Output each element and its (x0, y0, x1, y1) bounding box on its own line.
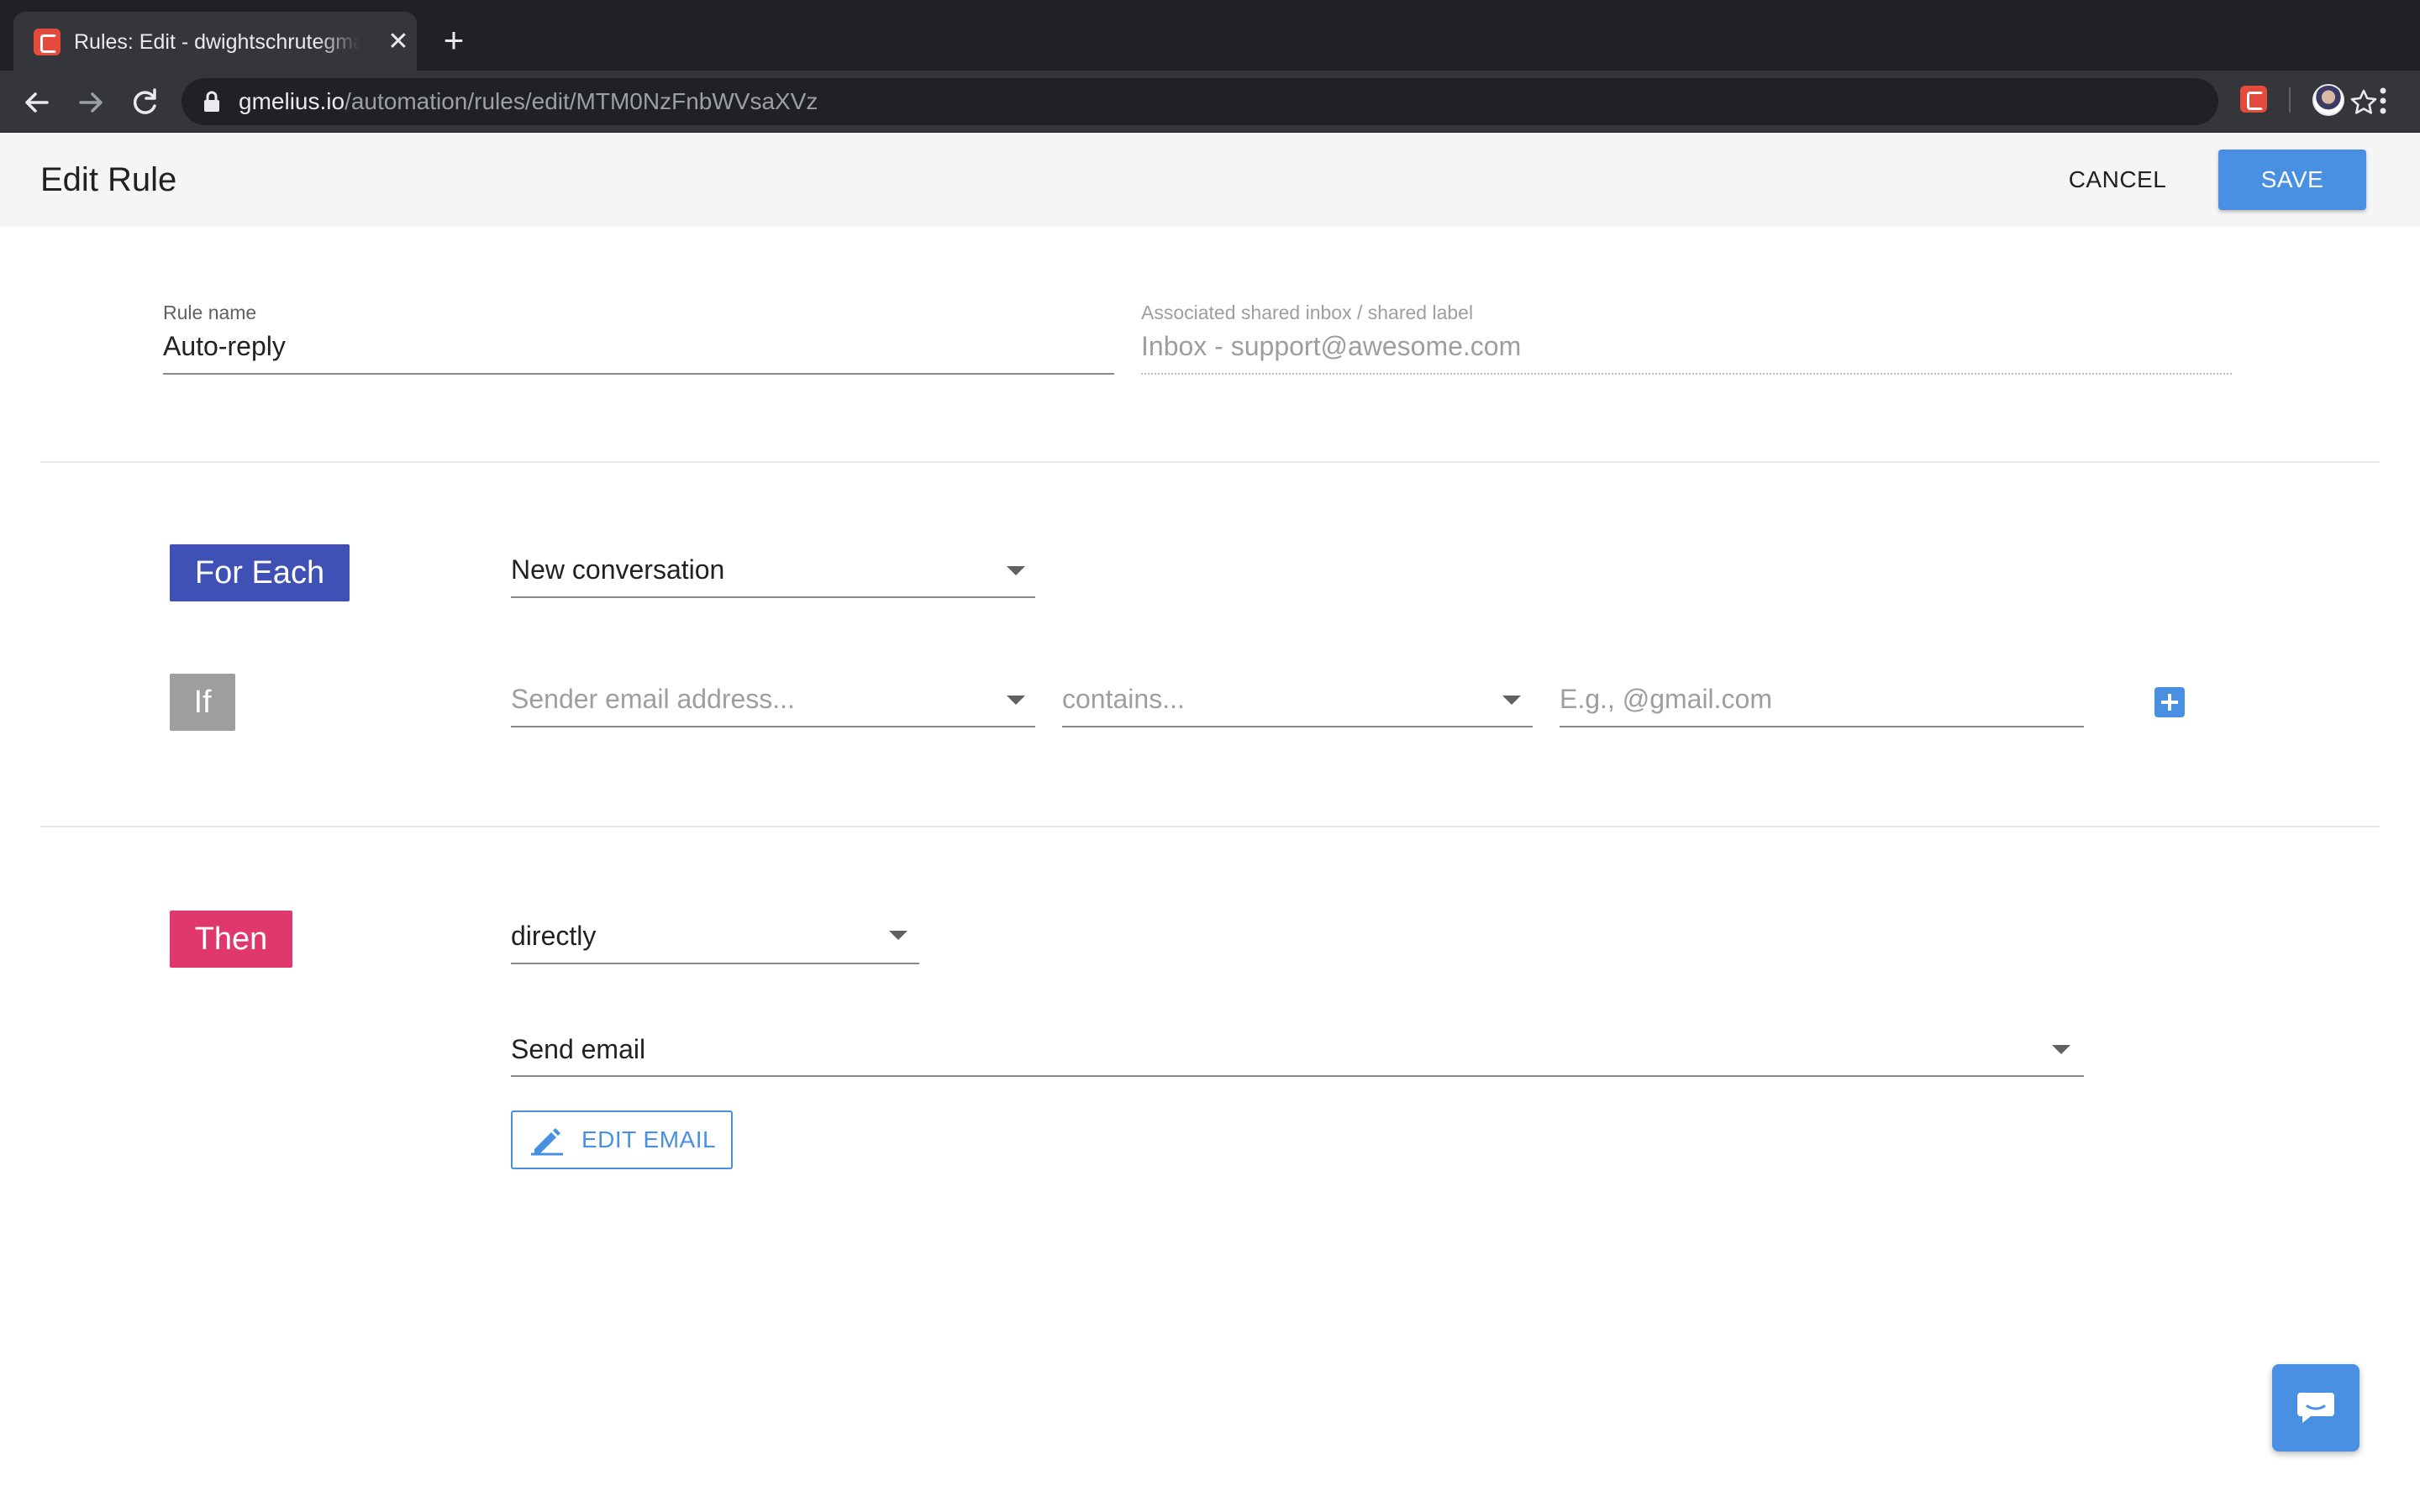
toolbar-divider (2289, 87, 2291, 113)
cancel-button[interactable]: CANCEL (2052, 153, 2183, 207)
address-bar[interactable]: gmelius.io/automation/rules/edit/MTM0NzF… (182, 78, 2377, 125)
profile-avatar[interactable] (2312, 84, 2344, 116)
action-type-select[interactable]: Send email (511, 1031, 645, 1068)
for-each-select[interactable]: New conversation (511, 551, 724, 588)
edit-email-label: EDIT EMAIL (581, 1126, 717, 1152)
action-timing-underline (511, 963, 919, 964)
reload-icon[interactable] (124, 82, 165, 123)
chevron-down-icon[interactable] (889, 931, 908, 940)
condition-value-input[interactable]: E.g., @gmail.com (1560, 680, 1772, 717)
page-title: Edit Rule (40, 161, 177, 198)
chevron-down-icon[interactable] (1007, 566, 1025, 575)
close-tab-icon[interactable]: ✕ (383, 27, 413, 57)
condition-operator-underline (1062, 726, 1533, 727)
browser-tab-bar: Rules: Edit - dwightschrutegmail ✕ + (0, 0, 2420, 71)
condition-field-underline (511, 726, 1035, 727)
gmelius-extension-icon[interactable] (2240, 86, 2267, 113)
for-each-chip: For Each (170, 544, 350, 601)
forward-arrow-icon[interactable] (71, 82, 111, 123)
edit-email-button[interactable]: EDIT EMAIL (511, 1110, 733, 1169)
lock-icon (204, 91, 219, 112)
condition-field-select[interactable]: Sender email address... (511, 680, 795, 717)
back-arrow-icon[interactable] (17, 82, 57, 123)
shared-inbox-underline (1141, 373, 2232, 375)
section-divider (40, 826, 2380, 827)
save-button[interactable]: SAVE (2218, 150, 2366, 210)
gmelius-favicon-icon (34, 29, 60, 55)
rule-name-label: Rule name (163, 302, 257, 323)
shared-inbox-value: Inbox - support@awesome.com (1141, 331, 1522, 361)
more-menu-icon[interactable] (2371, 84, 2395, 118)
rule-name-underline (163, 373, 1114, 375)
tab-title: Rules: Edit - dwightschrutegmail (74, 30, 360, 54)
app-header: Edit Rule CANCEL SAVE (0, 133, 2420, 227)
condition-value-underline (1560, 726, 2084, 727)
url-text: gmelius.io/automation/rules/edit/MTM0NzF… (239, 78, 818, 125)
section-divider (40, 461, 2380, 463)
rule-name-input[interactable]: Auto-reply (163, 328, 286, 365)
chevron-down-icon[interactable] (2052, 1045, 2070, 1054)
edit-pencil-icon (531, 1128, 563, 1156)
action-timing-select[interactable]: directly (511, 917, 596, 954)
action-type-underline (511, 1075, 2084, 1077)
chat-bubble-icon (2297, 1393, 2334, 1423)
chat-support-button[interactable] (2272, 1364, 2360, 1452)
chevron-down-icon[interactable] (1502, 696, 1521, 705)
url-path: /automation/rules/edit/MTM0NzFnbWVsaXVz (345, 88, 818, 114)
new-tab-icon[interactable]: + (435, 22, 472, 59)
browser-toolbar: gmelius.io/automation/rules/edit/MTM0NzF… (0, 71, 2420, 133)
url-host: gmelius.io (239, 88, 345, 114)
browser-tab[interactable]: Rules: Edit - dwightschrutegmail ✕ (13, 12, 417, 71)
shared-inbox-label: Associated shared inbox / shared label (1141, 302, 1474, 323)
for-each-underline (511, 596, 1035, 598)
add-condition-button[interactable] (2154, 687, 2185, 717)
if-chip: If (170, 674, 235, 731)
chevron-down-icon[interactable] (1007, 696, 1025, 705)
then-chip: Then (170, 911, 292, 968)
condition-operator-select[interactable]: contains... (1062, 680, 1185, 717)
